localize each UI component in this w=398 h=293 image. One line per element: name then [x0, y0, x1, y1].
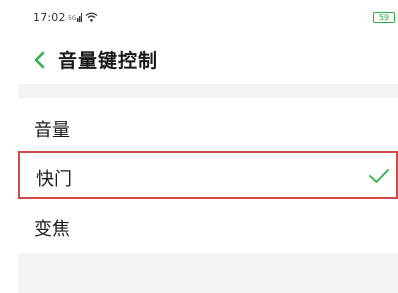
status-icons: 5G — [68, 11, 98, 23]
option-label: 音量 — [34, 120, 70, 141]
page-title: 音量键控制 — [58, 50, 159, 72]
option-zoom[interactable]: 变焦 — [18, 203, 398, 251]
chevron-left-icon — [34, 51, 45, 69]
status-bar: 17:02 5G 59 — [0, 0, 398, 32]
wifi-icon — [85, 12, 98, 22]
signal-icon: 5G — [68, 13, 82, 22]
header: 音量键控制 — [0, 38, 398, 82]
checkmark-icon — [369, 169, 389, 183]
section-divider — [18, 84, 398, 98]
svg-text:5G: 5G — [68, 15, 77, 22]
option-label: 变焦 — [34, 219, 70, 240]
option-shutter[interactable]: 快门 — [18, 151, 398, 199]
battery-indicator: 59 — [373, 12, 395, 23]
option-volume[interactable]: 音量 — [18, 104, 398, 152]
status-time: 17:02 — [33, 11, 66, 24]
option-label: 快门 — [36, 169, 72, 190]
section-footer — [18, 253, 398, 293]
back-button[interactable] — [28, 48, 52, 72]
